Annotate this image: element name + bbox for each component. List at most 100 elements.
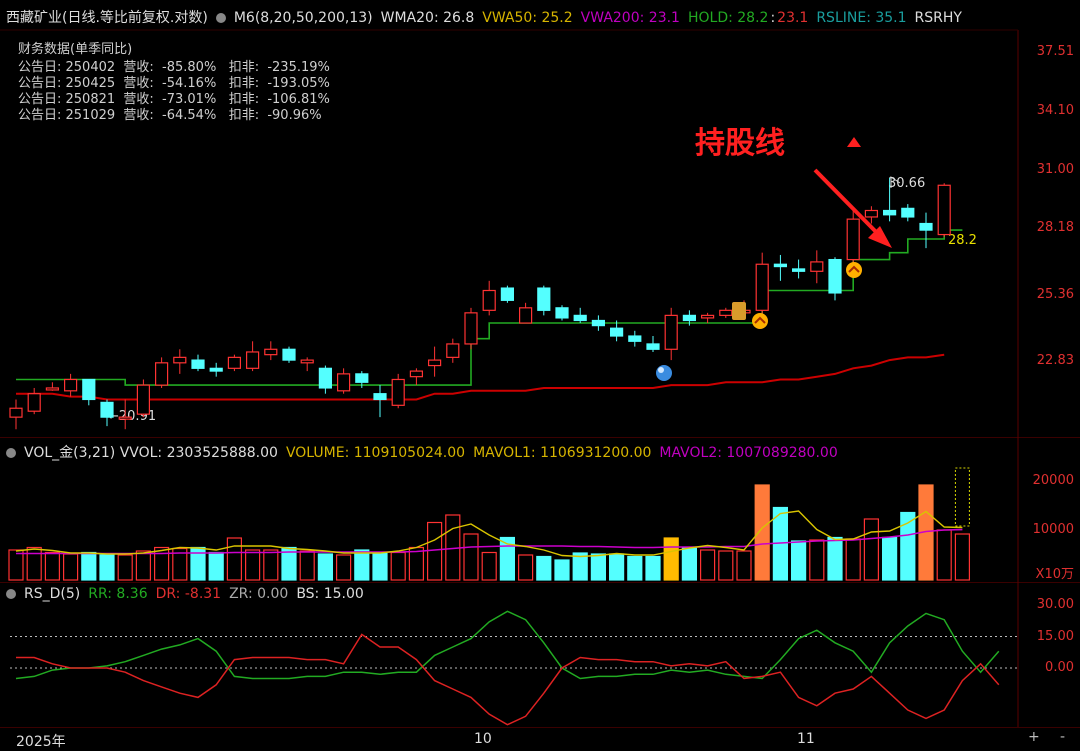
volume-bar <box>645 555 661 581</box>
candle-body <box>773 263 788 268</box>
volume-bar <box>536 555 552 581</box>
candle <box>9 399 23 430</box>
candle-body <box>518 307 533 324</box>
candle <box>573 307 587 324</box>
volume-bar <box>936 529 952 581</box>
volume-bar <box>336 554 352 581</box>
candle-body <box>318 367 332 389</box>
candle-body <box>246 351 260 369</box>
volume-bar <box>881 536 898 581</box>
candle-body <box>300 359 314 364</box>
candle-body <box>937 184 951 236</box>
volume-bar <box>590 553 607 581</box>
candle <box>82 378 96 406</box>
chart-canvas <box>0 29 1019 727</box>
volume-bar <box>845 538 861 581</box>
candle-body <box>173 356 187 364</box>
candle <box>482 280 496 316</box>
candle-body <box>118 416 132 420</box>
candle-body <box>63 378 78 392</box>
candle-body <box>282 348 296 361</box>
candle-body <box>719 309 733 316</box>
candle-body <box>136 384 150 415</box>
candle <box>282 346 296 363</box>
volume-bar <box>681 546 698 581</box>
candle-body <box>155 362 169 386</box>
candle-body <box>919 222 933 231</box>
candle-body <box>609 327 624 337</box>
blue-dot-icon <box>656 365 672 381</box>
candle-body <box>555 307 569 319</box>
candle <box>555 305 569 321</box>
candle <box>446 338 460 363</box>
candle-body <box>464 312 478 345</box>
candle-body <box>191 359 205 369</box>
candle <box>719 307 733 318</box>
volume-bar <box>62 553 79 581</box>
candle <box>846 210 860 267</box>
volume-bar <box>608 553 625 581</box>
volume-bar <box>135 550 151 581</box>
candle <box>246 341 260 372</box>
candle-body <box>27 393 41 412</box>
candle <box>919 212 933 249</box>
candle <box>828 257 842 301</box>
candle-body <box>755 263 769 311</box>
high-marker-icon <box>890 176 901 188</box>
volume-bar <box>226 537 242 581</box>
volume-bar <box>154 546 170 581</box>
volume-bar <box>208 551 224 581</box>
volume-bar <box>481 551 497 581</box>
chevron-up-icon <box>752 313 768 329</box>
candle <box>901 204 915 222</box>
candle <box>100 399 114 427</box>
volume-bar <box>99 554 115 581</box>
candle-body <box>264 348 278 356</box>
candle <box>191 354 205 372</box>
candle <box>300 357 314 372</box>
volume-bar <box>317 553 333 581</box>
candle <box>646 336 660 352</box>
candle-body <box>355 373 369 383</box>
volume-bar <box>699 549 716 581</box>
stock-chart-window: 西藏矿业(日线.等比前复权.对数) M6(8,20,50,200,13) WMA20… <box>0 0 1080 750</box>
volume-forecast-box <box>954 467 970 527</box>
candle <box>537 285 551 316</box>
candle <box>664 307 678 361</box>
candle <box>773 254 788 281</box>
candle <box>373 385 387 418</box>
volume-bar <box>517 554 534 581</box>
candle <box>173 349 187 374</box>
candle-body <box>482 289 496 311</box>
candle-body <box>337 373 351 392</box>
candle-body <box>391 378 405 406</box>
candle-body <box>409 370 423 378</box>
candle-body <box>82 378 96 401</box>
candle <box>155 357 169 388</box>
volume-bar <box>954 533 971 581</box>
candle <box>136 379 150 418</box>
candle-body <box>828 258 842 294</box>
candle <box>118 399 132 430</box>
candle-body <box>882 209 897 216</box>
volume-bar <box>372 552 388 581</box>
candle <box>264 341 278 361</box>
candle-body <box>846 218 860 261</box>
candle-body <box>209 367 223 372</box>
candle-body <box>901 207 915 218</box>
volume-bar <box>809 539 825 581</box>
volume-bar <box>354 549 370 581</box>
candle <box>409 368 423 386</box>
candle <box>27 387 41 415</box>
volume-bar <box>736 550 752 581</box>
volume-bar <box>26 546 42 581</box>
candle-body <box>628 335 642 342</box>
candle-body <box>227 356 241 369</box>
volume-bar <box>627 555 643 581</box>
candle-body <box>446 343 460 358</box>
volume-bar <box>8 549 24 581</box>
volume-bar <box>718 550 734 581</box>
candle-body <box>646 343 660 350</box>
candle <box>337 368 351 394</box>
volume-bar <box>263 549 279 581</box>
